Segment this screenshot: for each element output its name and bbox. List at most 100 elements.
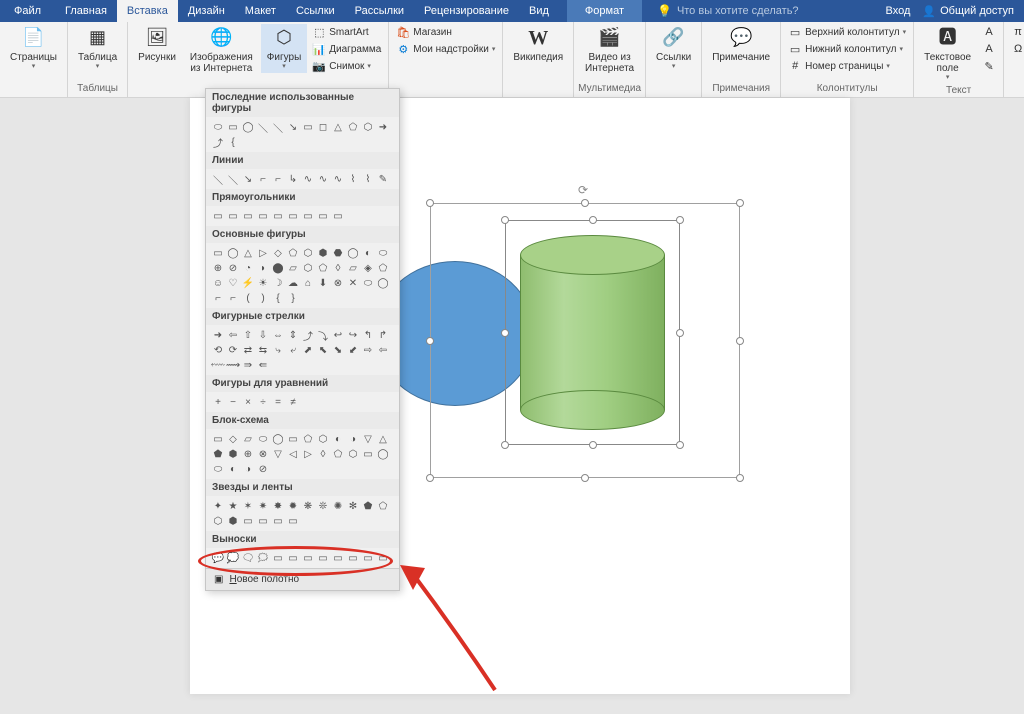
shape-item[interactable]: ▭ (361, 551, 375, 565)
shape-item[interactable]: ⊕ (211, 261, 225, 275)
shape-item[interactable]: ⇦ (226, 328, 240, 342)
shape-item[interactable]: ◊ (331, 261, 345, 275)
cylinder-shape[interactable] (520, 235, 665, 430)
shape-item[interactable]: ❊ (316, 499, 330, 513)
wikipedia-button[interactable]: W Википедия (507, 24, 569, 65)
shape-item[interactable]: ▭ (301, 551, 315, 565)
shape-item[interactable]: ▱ (286, 261, 300, 275)
new-canvas-button[interactable]: ▣ Новое полотно (206, 569, 399, 590)
shape-item[interactable]: ⟿ (226, 358, 240, 372)
shape-item[interactable]: ⌂ (301, 276, 315, 290)
shape-item[interactable]: 💭 (226, 551, 240, 565)
tellme-search[interactable]: 💡 Что вы хотите сделать? (642, 0, 886, 22)
shape-item[interactable]: ＼ (271, 120, 285, 134)
shape-item[interactable]: ⬡ (301, 261, 315, 275)
shape-item[interactable]: ⬈ (301, 343, 315, 357)
shape-item[interactable]: ◐ (226, 462, 240, 476)
shape-item[interactable]: ◯ (271, 432, 285, 446)
shape-item[interactable]: ▽ (361, 432, 375, 446)
tab-insert[interactable]: Вставка (117, 0, 178, 22)
shape-item[interactable]: ⟳ (226, 343, 240, 357)
shape-item[interactable]: ⊗ (256, 447, 270, 461)
chart-button[interactable]: 📊Диаграмма (309, 41, 384, 57)
shape-item[interactable]: ⬤ (271, 261, 285, 275)
shape-item[interactable]: ▭ (211, 432, 225, 446)
shape-item[interactable]: ▭ (241, 514, 255, 528)
shape-item[interactable]: ∿ (316, 172, 330, 186)
smartart-button[interactable]: ⬚SmartArt (309, 24, 384, 40)
shape-item[interactable]: ⌐ (211, 291, 225, 305)
shape-item[interactable]: ▭ (271, 514, 285, 528)
shape-item[interactable]: ＼ (226, 172, 240, 186)
shape-item[interactable]: ◇ (226, 432, 240, 446)
shape-item[interactable]: ▽ (271, 447, 285, 461)
shape-item[interactable]: ÷ (256, 395, 270, 409)
pages-button[interactable]: 📄 Страницы ▾ (4, 24, 63, 73)
shape-item[interactable]: ⬡ (211, 514, 225, 528)
shape-item[interactable]: ⬠ (376, 261, 390, 275)
shape-item[interactable]: ▭ (226, 120, 240, 134)
text-opt2[interactable]: A (979, 41, 999, 57)
shape-item[interactable]: ⤴ (211, 135, 225, 149)
shape-item[interactable]: ➜ (376, 120, 390, 134)
shape-item[interactable]: ⤵ (316, 328, 330, 342)
shape-item[interactable]: ▭ (241, 209, 255, 223)
shape-item[interactable]: ⌐ (226, 291, 240, 305)
tab-format[interactable]: Формат (567, 0, 642, 22)
shape-item[interactable]: ⤷ (271, 343, 285, 357)
shape-item[interactable]: ▭ (301, 120, 315, 134)
shape-item[interactable]: ⊘ (226, 261, 240, 275)
shapes-button[interactable]: ⬡ Фигуры ▾ (261, 24, 307, 73)
selection-handle[interactable] (581, 474, 589, 482)
shape-item[interactable]: ◻ (316, 120, 330, 134)
shape-item[interactable]: ↘ (241, 172, 255, 186)
shape-item[interactable]: ◯ (241, 120, 255, 134)
shape-item[interactable]: ⤶ (286, 343, 300, 357)
shape-item[interactable]: ⇛ (241, 358, 255, 372)
tab-home[interactable]: Главная (55, 0, 117, 22)
shape-item[interactable]: ✸ (271, 499, 285, 513)
tab-file[interactable]: Файл (0, 0, 55, 22)
selection-handle[interactable] (501, 216, 509, 224)
shape-item[interactable]: ▭ (256, 209, 270, 223)
shape-item[interactable]: } (286, 291, 300, 305)
shape-item[interactable]: ✕ (346, 276, 360, 290)
shape-item[interactable]: ⇧ (241, 328, 255, 342)
shape-item[interactable]: ♡ (226, 276, 240, 290)
equation-button[interactable]: πУравнение▾ (1008, 24, 1024, 40)
shape-item[interactable]: ⬡ (316, 432, 330, 446)
tab-view[interactable]: Вид (519, 0, 559, 22)
shape-item[interactable]: ⇦ (376, 343, 390, 357)
shape-item[interactable]: ＼ (211, 172, 225, 186)
shape-item[interactable]: ★ (226, 499, 240, 513)
shape-item[interactable]: ▭ (286, 551, 300, 565)
shape-item[interactable]: ⇕ (286, 328, 300, 342)
shape-item[interactable]: ⇆ (256, 343, 270, 357)
shape-item[interactable]: ⚡ (241, 276, 255, 290)
selection-handle[interactable] (676, 329, 684, 337)
comment-button[interactable]: 💬 Примечание (706, 24, 776, 65)
selection-handle[interactable] (426, 199, 434, 207)
shape-item[interactable]: ▭ (376, 551, 390, 565)
shape-item[interactable]: ⊕ (241, 447, 255, 461)
shape-item[interactable]: ▭ (271, 209, 285, 223)
shape-item[interactable]: ⇔ (271, 328, 285, 342)
shape-item[interactable]: { (271, 291, 285, 305)
shape-item[interactable]: ⌇ (361, 172, 375, 186)
shape-item[interactable]: ▭ (301, 209, 315, 223)
shape-item[interactable]: ⇚ (256, 358, 270, 372)
shape-item[interactable]: ▱ (346, 261, 360, 275)
shape-item[interactable]: ⊘ (256, 462, 270, 476)
shape-item[interactable]: ⬡ (361, 120, 375, 134)
shape-item[interactable]: ⌇ (346, 172, 360, 186)
selection-handle[interactable] (736, 474, 744, 482)
shape-item[interactable]: △ (241, 246, 255, 260)
shape-item[interactable]: ◗ (256, 261, 270, 275)
selection-handle[interactable] (501, 441, 509, 449)
shape-item[interactable]: ❋ (301, 499, 315, 513)
shape-item[interactable]: − (226, 395, 240, 409)
video-button[interactable]: 🎬 Видео из Интернета (578, 24, 641, 76)
shape-item[interactable]: = (271, 395, 285, 409)
shape-item[interactable]: ⇄ (241, 343, 255, 357)
selection-handle[interactable] (676, 216, 684, 224)
